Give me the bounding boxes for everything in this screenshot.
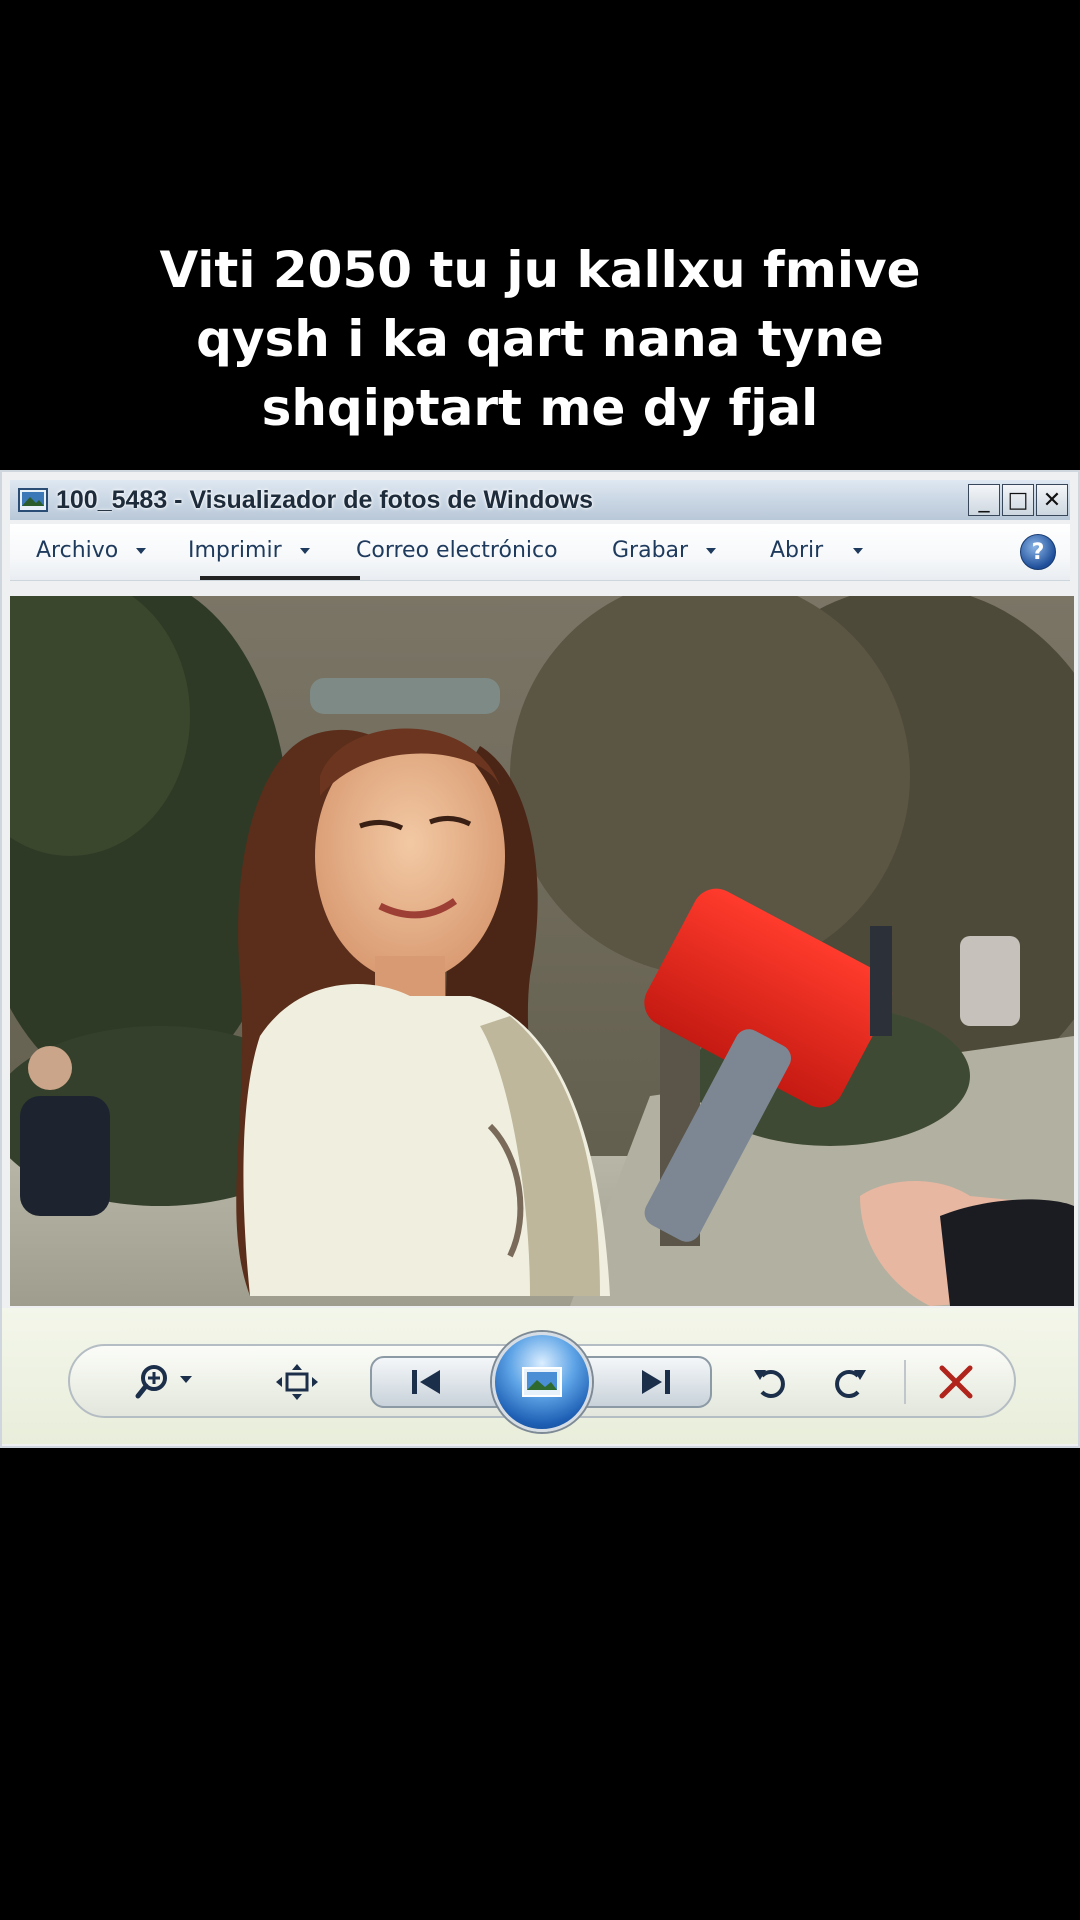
zoom-icon[interactable] — [134, 1362, 210, 1402]
photo-display — [10, 596, 1074, 1306]
menu-abrir-label: Abrir — [770, 538, 824, 563]
menu-grabar[interactable]: Grabar — [612, 538, 717, 563]
minimize-button[interactable]: _ — [968, 484, 1000, 516]
slideshow-button[interactable] — [492, 1332, 592, 1432]
menu-imprimir[interactable]: Imprimir — [188, 538, 310, 563]
menu-correo-label: Correo electrónico — [356, 538, 558, 563]
window-controls: _ □ ✕ — [966, 484, 1068, 516]
maximize-button[interactable]: □ — [1002, 484, 1034, 516]
menu-focus-indicator — [200, 576, 360, 580]
photo-viewer-window: 100_5483 - Visualizador de fotos de Wind… — [0, 470, 1080, 1448]
caption-line-2: qysh i ka qart nana tyne — [196, 310, 884, 368]
chevron-down-icon — [299, 547, 310, 554]
caption-line-1: Viti 2050 tu ju kallxu fmive — [159, 241, 921, 299]
delete-icon[interactable] — [934, 1362, 978, 1402]
menu-archivo[interactable]: Archivo — [36, 538, 147, 563]
photo-image — [10, 596, 1074, 1306]
toolbar-separator — [904, 1360, 906, 1404]
next-icon[interactable] — [632, 1364, 682, 1400]
fit-window-icon[interactable] — [272, 1362, 322, 1402]
chevron-down-icon — [136, 547, 147, 554]
slideshow-icon — [522, 1367, 562, 1397]
menu-correo-electronico[interactable]: Correo electrónico — [356, 538, 558, 563]
caption-line-3: shqiptart me dy fjal — [261, 379, 819, 437]
chevron-down-icon — [853, 547, 864, 554]
chevron-down-icon — [706, 547, 717, 554]
bottom-toolbar — [2, 1308, 1078, 1444]
window-title: 100_5483 - Visualizador de fotos de Wind… — [56, 485, 593, 514]
menu-bar: Archivo Imprimir Correo electrónico Grab… — [10, 524, 1070, 581]
photo-viewer-app-icon — [18, 487, 48, 513]
close-button[interactable]: ✕ — [1036, 484, 1068, 516]
title-bar[interactable]: 100_5483 - Visualizador de fotos de Wind… — [10, 480, 1070, 520]
menu-imprimir-label: Imprimir — [188, 538, 282, 563]
previous-icon[interactable] — [402, 1364, 452, 1400]
caption-overlay: Viti 2050 tu ju kallxu fmive qysh i ka q… — [40, 236, 1040, 443]
menu-grabar-label: Grabar — [612, 538, 689, 563]
rotate-counterclockwise-icon[interactable] — [748, 1362, 794, 1402]
help-button[interactable]: ? — [1020, 534, 1056, 570]
menu-archivo-label: Archivo — [36, 538, 119, 563]
rotate-clockwise-icon[interactable] — [826, 1362, 872, 1402]
menu-abrir[interactable]: Abrir — [770, 538, 864, 563]
